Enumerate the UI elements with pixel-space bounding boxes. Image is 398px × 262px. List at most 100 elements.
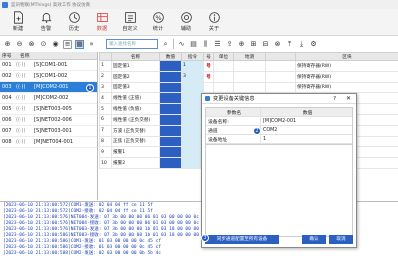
menu-alarm[interactable]: 告警 <box>32 9 60 35</box>
column-header[interactable]: 指令 <box>181 52 204 61</box>
field-channel: 通道 2 COM2 <box>206 126 352 135</box>
menu-custom[interactable]: 自定义 <box>116 9 144 35</box>
add-device-icon[interactable]: ⊕ <box>3 40 12 49</box>
log-line: [2023-06-10 21:13:00:588]COM2-发送: 02 03 … <box>3 251 162 256</box>
device-number: 006 <box>2 117 12 123</box>
table-cell: 1 <box>181 60 204 72</box>
device-status-icon: ((·)) <box>16 106 26 112</box>
device-number: 005 <box>2 106 12 112</box>
cancel-button[interactable]: 取消 <box>329 234 353 244</box>
table-cell: 正弦 (正负交替) <box>111 135 160 148</box>
search-input[interactable]: 输入查找名称 <box>106 39 158 49</box>
device-name: [M]COM2-001 <box>34 84 69 90</box>
table-cell: 保持寄存器(RW) <box>295 81 398 94</box>
column-header[interactable]: 号 <box>203 52 214 61</box>
table-cell: 3 <box>181 70 204 83</box>
device-number: 008 <box>2 139 12 145</box>
step-badge-3: 3 <box>201 233 209 242</box>
column-header[interactable] <box>265 52 296 61</box>
device-name-field[interactable]: [M]COM2-001 <box>261 117 352 125</box>
device-list-item[interactable]: 004 ((·)) [M]COM2-002 <box>0 93 97 104</box>
settings-icon[interactable]: ⚙ <box>309 40 318 49</box>
table-cell: 线性值 (正值) <box>111 92 160 105</box>
table-cell <box>213 60 234 72</box>
signal-icon[interactable]: ◉ <box>51 40 60 49</box>
assist-icon <box>180 12 192 23</box>
table-row[interactable]: 3 固定值3 保持寄存器(RW) <box>99 81 398 94</box>
dialog-empty-area <box>205 145 353 237</box>
add-group-icon[interactable]: ⊞ <box>249 40 258 49</box>
menu-history[interactable]: 历史 <box>60 9 88 35</box>
help-icon[interactable]: ? <box>333 96 336 102</box>
table-row[interactable]: 1 固定值1 1 号保持寄存器(RW) <box>99 60 398 72</box>
header-name: 名称 <box>20 54 30 59</box>
device-list-item[interactable]: 006 ((·)) [S]NET002-006 <box>0 115 97 126</box>
table-cell <box>159 92 182 105</box>
table-cell <box>159 146 182 159</box>
table-cell <box>159 60 182 72</box>
menu-statistics[interactable]: % 统计 <box>144 9 172 35</box>
table-cell: 固定值2 <box>111 70 160 83</box>
device-list-item[interactable]: 002 ((·)) [S]COM1-002 <box>0 71 97 82</box>
table-cell <box>213 81 234 94</box>
move-up-icon[interactable]: ⤒ <box>285 40 294 49</box>
table-cell: 3 <box>99 81 112 94</box>
table-cell <box>233 60 266 72</box>
close-icon[interactable]: ✕ <box>346 95 351 102</box>
sync-channel-button[interactable]: 3 同步通道配置至所有设备 <box>201 233 279 244</box>
table-icon[interactable]: ▤ <box>189 40 198 49</box>
column-header[interactable]: 区块 <box>295 52 398 61</box>
device-name: [S]COM1-001 <box>34 62 68 68</box>
remove-icon[interactable]: ⊗ <box>27 40 36 49</box>
columns-icon[interactable]: ⫼ <box>201 40 210 49</box>
table-cell: 10 <box>99 157 112 169</box>
device-status-icon: ((·)) <box>16 73 26 79</box>
remove-row-icon[interactable]: ⊗ <box>273 40 282 49</box>
device-address-field[interactable]: 1 <box>261 135 352 143</box>
column-header[interactable]: 名称 <box>111 52 160 61</box>
grid-view-icon[interactable]: ▦ <box>75 39 84 49</box>
delete-row-icon[interactable]: ⊟ <box>261 40 270 49</box>
table-cell: 保持寄存器(RW) <box>295 60 398 72</box>
menu-new[interactable]: 新建 <box>4 9 32 35</box>
column-header[interactable] <box>99 52 112 61</box>
search-icon[interactable]: ⌕ <box>161 40 170 49</box>
chart-icon[interactable]: ∿ <box>177 40 186 49</box>
window-title: 蓝讯物联(MThings) 高效工作 协议仿真 <box>11 2 91 8</box>
table-row[interactable]: 2 固定值2 3 号 保持寄存器(RW) <box>99 70 398 83</box>
rows-icon[interactable]: ☰ <box>213 40 222 49</box>
device-number: 002 <box>2 73 12 79</box>
table-cell <box>159 135 182 148</box>
table-cell <box>233 70 266 83</box>
new-file-icon <box>13 11 23 24</box>
column-header[interactable]: 单位 <box>213 52 234 61</box>
alarm-bell-icon <box>40 13 52 23</box>
export-icon[interactable]: ⇪ <box>225 40 234 49</box>
move-down-icon[interactable]: ⤓ <box>297 40 306 49</box>
device-list-item[interactable]: 007 ((·)) [S]NET003-001 <box>0 126 97 137</box>
menu-about[interactable]: 关于 <box>200 9 228 35</box>
device-list-item[interactable]: 003 ((·)) [M]COM2-001 1 <box>0 82 97 93</box>
column-header[interactable]: 数值 <box>159 52 182 61</box>
table-cell <box>181 81 204 94</box>
device-list-item[interactable]: 008 ((·)) [M]NET004-001 <box>0 137 97 148</box>
sync-channel-label: 同步通道配置至所有设备 <box>216 237 268 242</box>
expand-icon[interactable]: » <box>87 40 96 49</box>
device-list-header: 序号 名称 <box>0 52 97 60</box>
connect-icon[interactable]: ⊙ <box>39 40 48 49</box>
device-list-item[interactable]: 005 ((·)) [S]NET003-005 <box>0 104 97 115</box>
menu-data[interactable]: 数据 <box>88 9 116 35</box>
list-view-icon[interactable]: ≡ <box>63 39 72 49</box>
device-list-item[interactable]: 001 ((·)) [S]COM1-001 <box>0 60 97 71</box>
device-number: 003 <box>2 84 12 90</box>
svg-text:%: % <box>155 14 161 22</box>
confirm-button[interactable]: 确认 <box>302 234 326 244</box>
menu-assist[interactable]: 辅助 <box>172 9 200 35</box>
add-row-icon[interactable]: ⊕ <box>237 40 246 49</box>
delete-device-icon[interactable]: ⊖ <box>15 40 24 49</box>
channel-field[interactable]: 2 COM2 <box>253 126 352 135</box>
table-cell: 6 <box>99 113 112 126</box>
param-value-header: 数值 <box>302 110 313 116</box>
column-header[interactable]: 地测 <box>233 52 266 61</box>
table-cell: 9 <box>99 146 112 159</box>
